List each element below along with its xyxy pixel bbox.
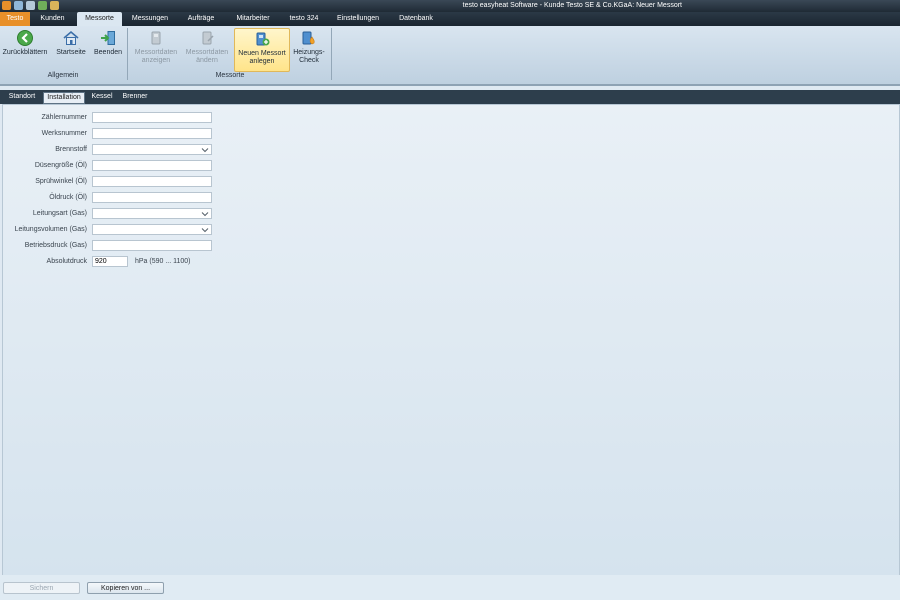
save-button[interactable]: Sichern [3, 582, 80, 594]
menu-kunden[interactable]: Kunden [30, 12, 75, 26]
ribbon: Zurückblättern Startseite Beenden Allgem… [0, 26, 900, 86]
measurement-icon[interactable] [38, 1, 47, 10]
tab-installation[interactable]: Installation [43, 92, 85, 104]
order-icon[interactable] [50, 1, 59, 10]
group-label-allgemein: Allgemein [47, 72, 79, 79]
label-betriebsdruck: Betriebsdruck (Gas) [24, 242, 87, 249]
tab-kessel[interactable]: Kessel [88, 92, 116, 102]
menu-testo[interactable]: Testo [0, 12, 30, 26]
location-view-icon [151, 31, 161, 45]
footer-bar: Sichern Kopieren von ... [0, 575, 900, 600]
quick-access-toolbar [2, 1, 59, 11]
menu-auftraege[interactable]: Aufträge [178, 12, 224, 26]
back-arrow-icon [17, 30, 33, 46]
leitungsart-select[interactable] [92, 208, 212, 219]
location-edit-icon [202, 31, 214, 45]
exit-icon [101, 31, 115, 45]
menu-einstellungen[interactable]: Einstellungen [328, 12, 388, 26]
tab-brenner[interactable]: Brenner [119, 92, 151, 102]
copy-from-button[interactable]: Kopieren von ... [87, 582, 164, 594]
menu-mitarbeiter[interactable]: Mitarbeiter [226, 12, 280, 26]
oeldruck-field[interactable] [92, 192, 212, 203]
group-label-messorte: Messorte [215, 72, 245, 79]
menu-bar: Testo Kunden Messorte Messungen Aufträge… [0, 12, 900, 26]
chevron-down-icon [201, 212, 209, 217]
new-location-button[interactable]: Neuen Messort anlegen [234, 28, 290, 72]
werksnummer-field[interactable] [92, 128, 212, 139]
back-button[interactable]: Zurückblättern [2, 28, 48, 70]
label-spruehwinkel: Sprühwinkel (Öl) [35, 178, 87, 185]
group-separator [331, 28, 332, 80]
app-logo-icon[interactable] [2, 1, 11, 10]
exit-button[interactable]: Beenden [92, 28, 124, 70]
label-duesengroesse: Düsengröße (Öl) [34, 162, 87, 169]
edit-location-button[interactable]: Messortdaten ändern [182, 28, 232, 70]
customer-icon[interactable] [14, 1, 23, 10]
window-title: testo easyheat Software - Kunde Testo SE… [462, 2, 682, 9]
chevron-down-icon [201, 228, 209, 233]
label-absolutdruck: Absolutdruck [46, 258, 87, 265]
home-button[interactable]: Startseite [52, 28, 90, 70]
tab-standort[interactable]: Standort [4, 92, 40, 102]
home-icon [63, 30, 79, 45]
label-leitungsart: Leitungsart (Gas) [32, 210, 87, 217]
betriebsdruck-field[interactable] [92, 240, 212, 251]
label-leitungsvolumen: Leitungsvolumen (Gas) [14, 226, 87, 233]
label-zaehlernummer: Zählernummer [41, 114, 87, 121]
spruehwinkel-field[interactable] [92, 176, 212, 187]
menu-datenbank[interactable]: Datenbank [390, 12, 442, 26]
menu-messorte[interactable]: Messorte [77, 12, 122, 26]
absolutdruck-field[interactable] [92, 256, 128, 267]
duesengroesse-field[interactable] [92, 160, 212, 171]
zaehlernummer-field[interactable] [92, 112, 212, 123]
installation-panel: Zählernummer Werksnummer Brennstoff Düse… [2, 104, 900, 577]
detail-tab-bar: Standort Installation Kessel Brenner [0, 90, 900, 104]
absolutdruck-unit: hPa (590 ... 1100) [135, 258, 191, 265]
location-icon[interactable] [26, 1, 35, 10]
leitungsvolumen-select[interactable] [92, 224, 212, 235]
label-brennstoff: Brennstoff [55, 146, 87, 153]
label-werksnummer: Werksnummer [41, 130, 87, 137]
heating-check-icon [302, 31, 315, 45]
brennstoff-select[interactable] [92, 144, 212, 155]
title-bar: testo easyheat Software - Kunde Testo SE… [0, 0, 900, 12]
menu-testo324[interactable]: testo 324 [282, 12, 326, 26]
label-oeldruck: Öldruck (Öl) [49, 194, 87, 201]
heating-check-button[interactable]: Heizungs- Check [290, 28, 328, 70]
group-separator [127, 28, 128, 80]
location-new-icon [256, 32, 270, 46]
chevron-down-icon [201, 148, 209, 153]
view-location-button[interactable]: Messortdaten anzeigen [132, 28, 180, 70]
menu-messungen[interactable]: Messungen [124, 12, 176, 26]
